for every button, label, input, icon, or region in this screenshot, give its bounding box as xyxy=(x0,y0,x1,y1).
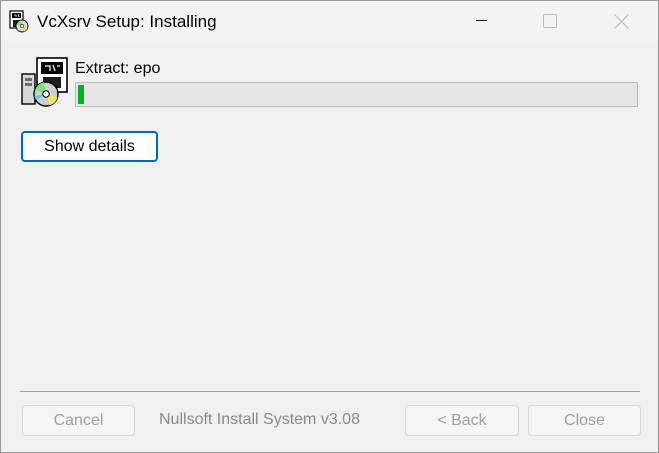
maximize-icon[interactable] xyxy=(526,1,572,41)
nsis-branding-text: Nullsoft Install System v3.08 xyxy=(159,411,360,428)
minimize-icon[interactable] xyxy=(458,1,504,41)
window-title: VcXsrv Setup: Installing xyxy=(37,12,217,31)
footer-divider xyxy=(20,391,640,392)
progress-status-text: Extract: epo xyxy=(75,60,161,77)
close-button[interactable]: Close xyxy=(528,405,641,436)
progress-bar-fill xyxy=(78,85,84,104)
installer-icon xyxy=(9,9,31,33)
cancel-button[interactable]: Cancel xyxy=(22,405,135,436)
close-icon[interactable] xyxy=(598,1,644,41)
show-details-button[interactable]: Show details xyxy=(21,131,158,162)
installer-window: VcXsrv Setup: Installing Extract: epo Sh… xyxy=(0,0,659,453)
progress-bar xyxy=(75,82,638,107)
back-button[interactable]: < Back xyxy=(405,405,519,436)
installer-large-icon xyxy=(19,56,69,108)
title-bar[interactable]: VcXsrv Setup: Installing xyxy=(1,1,658,41)
